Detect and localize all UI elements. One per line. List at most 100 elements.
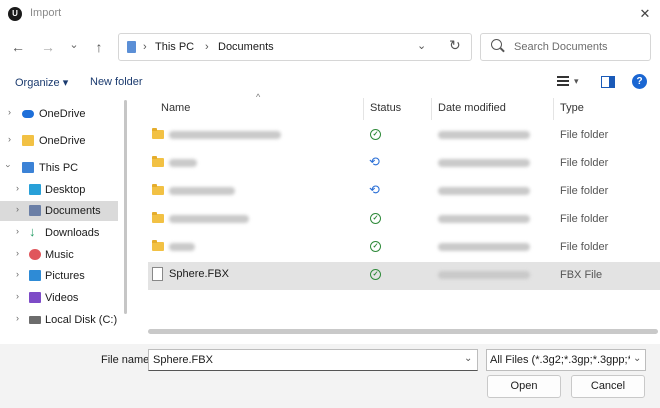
up-button[interactable]: ↑ bbox=[89, 37, 109, 57]
cancel-button[interactable]: Cancel bbox=[571, 375, 645, 398]
table-row[interactable]: ✓ File folder bbox=[148, 234, 660, 262]
chevron-right-icon[interactable]: › bbox=[8, 134, 11, 144]
close-button[interactable]: ✕ bbox=[634, 4, 656, 24]
sidebar-item-videos[interactable]: › Videos bbox=[0, 288, 118, 308]
sidebar-scrollbar[interactable] bbox=[124, 100, 127, 314]
computer-icon bbox=[22, 162, 34, 173]
chevron-right-icon[interactable]: › bbox=[8, 107, 11, 117]
table-row[interactable]: ✓ File folder bbox=[148, 122, 660, 150]
synced-status-icon: ✓ bbox=[370, 129, 381, 140]
column-separator[interactable] bbox=[553, 98, 554, 120]
column-name[interactable]: Name bbox=[161, 102, 190, 114]
chevron-right-icon[interactable]: › bbox=[16, 204, 19, 214]
chevron-down-icon[interactable]: ⌄ bbox=[417, 39, 426, 52]
file-type: FBX File bbox=[560, 269, 603, 281]
chevron-right-icon[interactable]: › bbox=[16, 291, 19, 301]
redacted-name bbox=[169, 187, 235, 195]
documents-icon bbox=[29, 205, 41, 216]
table-row[interactable]: ✓ File folder bbox=[148, 206, 660, 234]
column-header-row: ^ Name Status Date modified Type bbox=[148, 92, 660, 120]
forward-button[interactable]: → bbox=[38, 37, 58, 57]
folder-icon bbox=[152, 156, 164, 167]
sync-pending-icon: ⟲ bbox=[369, 154, 380, 169]
chevron-right-icon[interactable]: › bbox=[16, 183, 19, 193]
sidebar-item-label: OneDrive bbox=[39, 135, 86, 147]
table-row-selected[interactable]: Sphere.FBX ✓ FBX File bbox=[148, 262, 660, 290]
downloads-icon: ↓ bbox=[29, 224, 36, 239]
back-button[interactable]: ← bbox=[8, 37, 28, 57]
sidebar-item-downloads[interactable]: › ↓ Downloads bbox=[0, 223, 118, 243]
videos-icon bbox=[29, 292, 41, 303]
chevron-right-icon[interactable]: › bbox=[16, 248, 19, 258]
help-icon[interactable]: ? bbox=[632, 74, 647, 89]
search-icon bbox=[491, 39, 502, 50]
title-bar: U Import ✕ bbox=[0, 0, 660, 28]
address-bar[interactable]: › This PC › Documents ⌄ ↻ bbox=[118, 33, 472, 61]
file-name-input[interactable]: Sphere.FBX ⌄ bbox=[148, 349, 478, 371]
redacted-date bbox=[438, 187, 530, 195]
new-folder-button[interactable]: New folder bbox=[90, 76, 143, 88]
sort-ascending-icon: ^ bbox=[256, 92, 261, 102]
chevron-down-icon[interactable]: ⌄ bbox=[464, 353, 472, 364]
sidebar-item-desktop[interactable]: › Desktop bbox=[0, 180, 118, 200]
recent-locations-button[interactable]: ⌄ bbox=[64, 35, 84, 55]
redacted-name bbox=[169, 215, 249, 223]
table-row[interactable]: ⟲ File folder bbox=[148, 150, 660, 178]
sidebar-item-label: Local Disk (C:) bbox=[45, 314, 118, 326]
sidebar-item-label: OneDrive bbox=[39, 108, 86, 120]
chevron-down-icon[interactable]: › bbox=[4, 165, 14, 168]
disk-icon bbox=[29, 316, 41, 324]
file-type: File folder bbox=[560, 185, 609, 197]
dialog-footer: File name: Sphere.FBX ⌄ All Files (*.3g2… bbox=[0, 344, 660, 408]
column-type[interactable]: Type bbox=[560, 102, 584, 114]
preview-pane-icon[interactable] bbox=[601, 76, 615, 88]
synced-status-icon: ✓ bbox=[370, 213, 381, 224]
file-type-filter-value: All Files (*.3g2;*.3gp;*.3gpp;*.3g bbox=[490, 354, 630, 366]
column-date-modified[interactable]: Date modified bbox=[438, 102, 506, 114]
sidebar-item-documents[interactable]: › Documents bbox=[0, 201, 118, 221]
table-row[interactable]: ⟲ File folder bbox=[148, 178, 660, 206]
view-options-icon[interactable] bbox=[557, 76, 569, 88]
redacted-name bbox=[169, 159, 197, 167]
file-type-filter-select[interactable]: All Files (*.3g2;*.3gp;*.3gpp;*.3g ⌄ bbox=[486, 349, 646, 371]
view-dropdown-icon[interactable]: ▾ bbox=[574, 76, 579, 87]
file-name: Sphere.FBX bbox=[169, 268, 229, 280]
sidebar-item-onedrive[interactable]: › OneDrive bbox=[0, 104, 118, 124]
chevron-down-icon[interactable]: ⌄ bbox=[633, 353, 641, 364]
column-status[interactable]: Status bbox=[370, 102, 401, 114]
open-button[interactable]: Open bbox=[487, 375, 561, 398]
file-type: File folder bbox=[560, 241, 609, 253]
organize-button[interactable]: Organize ▾ bbox=[15, 76, 68, 89]
column-separator[interactable] bbox=[431, 98, 432, 120]
chevron-right-icon[interactable]: › bbox=[16, 269, 19, 279]
sidebar-item-label: Pictures bbox=[45, 270, 85, 282]
sidebar-item-music[interactable]: › Music bbox=[0, 245, 118, 265]
redacted-date bbox=[438, 131, 530, 139]
column-separator[interactable] bbox=[363, 98, 364, 120]
redacted-date bbox=[438, 215, 530, 223]
refresh-icon[interactable]: ↻ bbox=[449, 37, 461, 54]
horizontal-scrollbar[interactable] bbox=[148, 329, 658, 334]
folder-icon bbox=[22, 135, 34, 146]
search-input[interactable]: Search Documents bbox=[480, 33, 651, 61]
file-type: File folder bbox=[560, 157, 609, 169]
window-title: Import bbox=[30, 7, 62, 19]
sidebar-item-pictures[interactable]: › Pictures bbox=[0, 266, 118, 286]
this-pc-icon bbox=[127, 41, 136, 53]
pictures-icon bbox=[29, 270, 41, 281]
breadcrumb-separator: › bbox=[143, 41, 147, 53]
folder-icon bbox=[152, 184, 164, 195]
chevron-right-icon[interactable]: › bbox=[16, 226, 19, 236]
breadcrumb-this-pc[interactable]: This PC bbox=[155, 41, 194, 53]
sidebar-item-onedrive-personal[interactable]: › OneDrive bbox=[0, 131, 118, 151]
sync-pending-icon: ⟲ bbox=[369, 182, 380, 197]
sidebar-item-label: Music bbox=[45, 249, 74, 261]
sidebar-item-this-pc[interactable]: › This PC bbox=[0, 158, 118, 178]
sidebar-item-local-disk[interactable]: › Local Disk (C:) bbox=[0, 310, 118, 330]
chevron-right-icon[interactable]: › bbox=[16, 313, 19, 323]
synced-status-icon: ✓ bbox=[370, 241, 381, 252]
redacted-date bbox=[438, 271, 530, 279]
redacted-name bbox=[169, 243, 195, 251]
sidebar-item-label: Downloads bbox=[45, 227, 100, 239]
breadcrumb-documents[interactable]: Documents bbox=[218, 41, 274, 53]
